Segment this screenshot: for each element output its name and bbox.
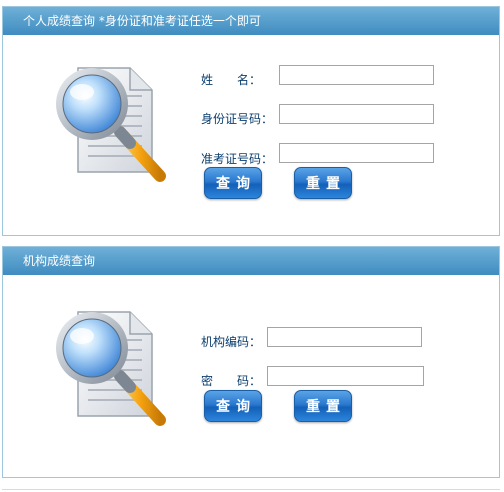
password-label: 密 码： [201, 374, 262, 388]
org-reset-button[interactable]: 重置 [294, 390, 352, 422]
search-document-icon [56, 67, 166, 182]
id-number-field[interactable] [279, 104, 434, 124]
org-query-button[interactable]: 查询 [204, 390, 262, 422]
org-query-header: 机构成绩查询 [3, 247, 499, 275]
org-code-label: 机构编码： [201, 335, 262, 349]
id-number-label: 身份证号码： [201, 112, 274, 126]
name-field[interactable] [279, 65, 434, 85]
exam-number-field[interactable] [279, 143, 434, 163]
bottom-divider [2, 489, 500, 490]
search-document-icon [56, 311, 166, 426]
personal-query-button[interactable]: 查询 [204, 167, 262, 199]
exam-number-label: 准考证号码： [201, 152, 274, 166]
org-code-field[interactable] [267, 327, 422, 347]
personal-query-header: 个人成绩查询 *身份证和准考证任选一个即可 [3, 7, 499, 35]
personal-reset-button[interactable]: 重置 [294, 167, 352, 199]
password-field[interactable] [267, 366, 424, 386]
name-label: 姓 名： [201, 73, 262, 87]
